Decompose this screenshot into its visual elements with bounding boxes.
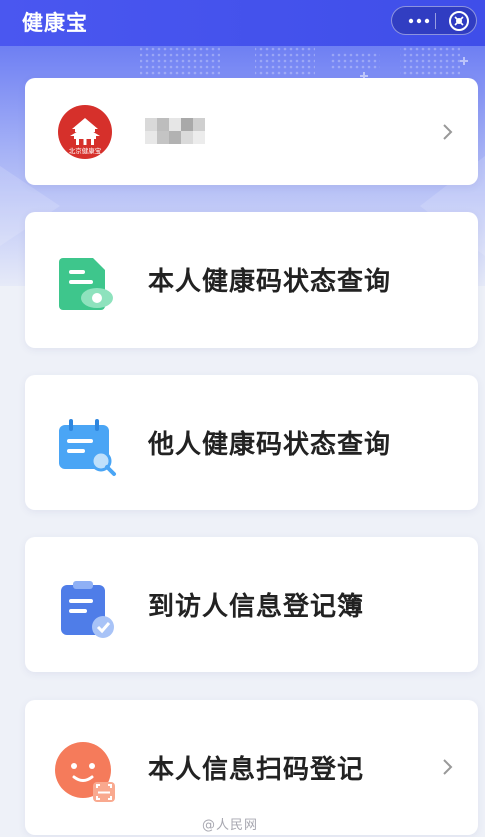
more-dots-icon[interactable]	[404, 8, 434, 34]
menu-item-others-code-status[interactable]: 他人健康码状态查询	[25, 375, 478, 510]
mini-program-capsule	[391, 6, 477, 35]
document-eye-icon	[59, 258, 113, 310]
clipboard-check-icon	[61, 581, 114, 638]
menu-item-label: 他人健康码状态查询	[148, 430, 392, 460]
menu-item-label: 本人健康码状态查询	[148, 267, 392, 297]
menu-item-label: 到访人信息登记簿	[148, 592, 365, 622]
face-scan-icon	[55, 742, 115, 802]
beijing-health-logo: 北京健康宝	[58, 105, 112, 159]
chevron-right-icon	[443, 124, 453, 140]
chevron-right-icon	[443, 759, 453, 775]
capsule-divider	[435, 13, 436, 29]
menu-item-label: 本人信息扫码登记	[148, 755, 365, 785]
watermark: @人民网	[202, 818, 259, 833]
top-bar: 健康宝	[0, 0, 485, 46]
menu-item-visitor-register[interactable]: 到访人信息登记簿	[25, 537, 478, 672]
app-title: 健康宝	[22, 11, 88, 35]
redacted-name	[145, 118, 205, 144]
logo-text: 北京健康宝	[69, 146, 102, 155]
close-circle-icon[interactable]	[448, 10, 470, 32]
profile-card[interactable]: 北京健康宝	[25, 78, 478, 185]
calendar-search-icon	[59, 419, 116, 476]
menu-item-self-code-status[interactable]: 本人健康码状态查询	[25, 212, 478, 348]
